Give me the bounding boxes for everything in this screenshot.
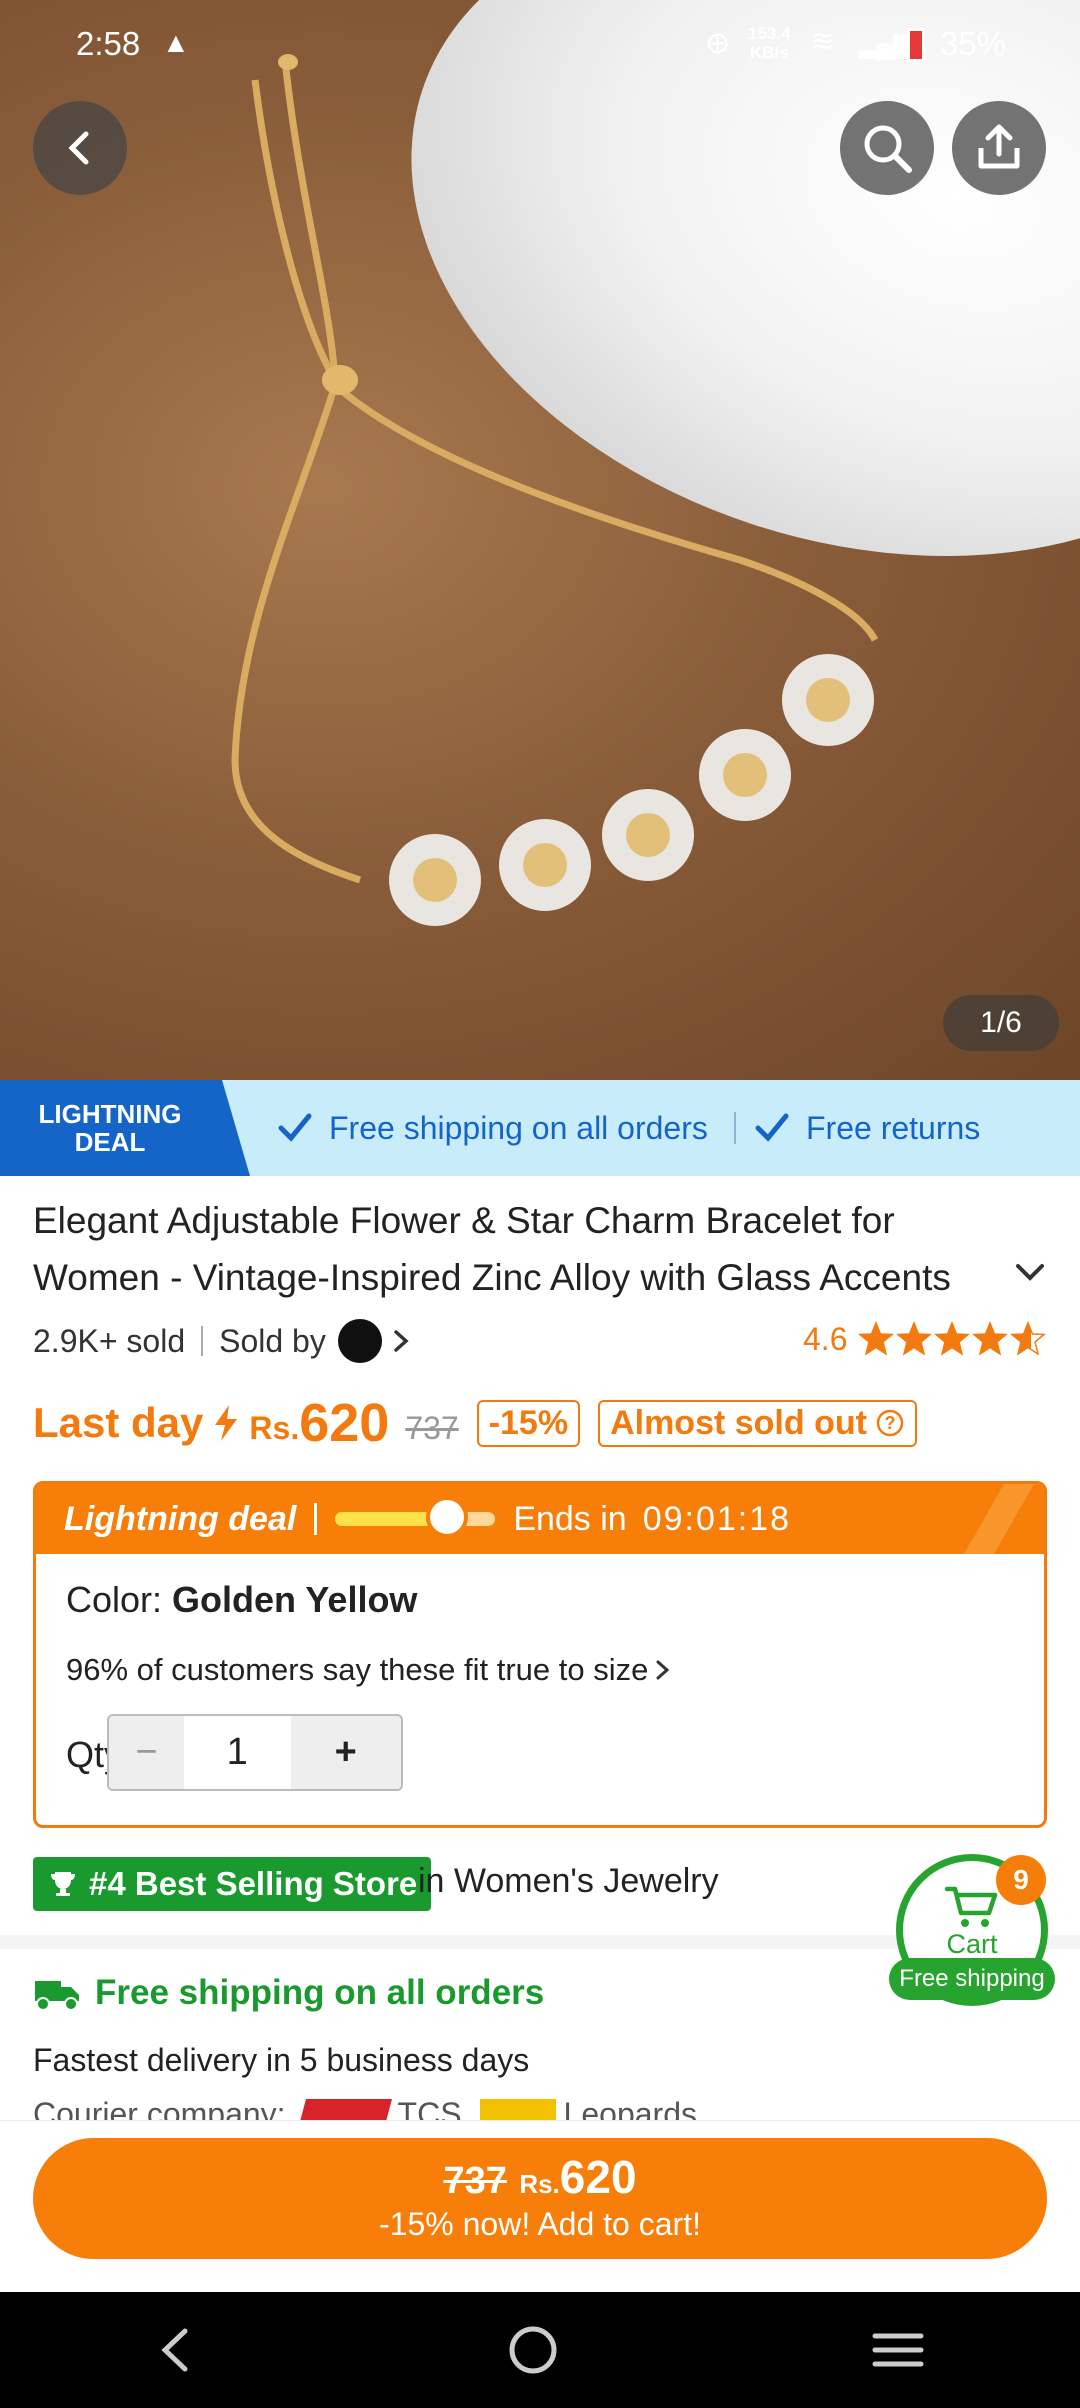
last-day-label: Last day xyxy=(33,1399,204,1446)
speed-value: 153.4 xyxy=(748,24,791,43)
price-row: Last day Rs. 620 737 -15% Almost sold ou… xyxy=(33,1388,917,1458)
nav-back-icon[interactable] xyxy=(155,2325,195,2375)
share-button[interactable] xyxy=(952,101,1046,195)
star-icon xyxy=(896,1321,933,1356)
share-icon xyxy=(978,124,1020,169)
quantity-stepper: − 1 + xyxy=(107,1714,403,1791)
store-category: in Women's Jewelry xyxy=(418,1862,719,1900)
add-to-cart-button[interactable]: 737 Rs.620 -15% now! Add to cart! xyxy=(33,2138,1047,2259)
truck-icon xyxy=(35,1981,79,2011)
chevron-left-icon xyxy=(68,131,89,165)
cart-label: Cart xyxy=(946,1929,998,1959)
delivery-text: Fastest delivery in 5 business days xyxy=(33,2042,530,2078)
band-item2-label: Free returns xyxy=(806,1109,981,1146)
cart-count-badge: 9 xyxy=(996,1855,1046,1905)
star-icon xyxy=(1010,1321,1047,1356)
speed-unit: KB/s xyxy=(749,43,789,62)
qty-plus-button[interactable]: + xyxy=(290,1716,401,1789)
battery-icon xyxy=(907,28,925,62)
star-icon xyxy=(934,1321,971,1356)
nav-home-icon[interactable] xyxy=(506,2323,560,2377)
lightning-deal-band: LIGHTNING DEAL Free shipping on all orde… xyxy=(0,1080,1080,1176)
deal-divider xyxy=(314,1503,318,1535)
search-button[interactable] xyxy=(840,101,934,195)
fit-text: 96% of customers say these fit true to s… xyxy=(66,1652,649,1687)
star-icon xyxy=(972,1321,1009,1356)
search-icon xyxy=(864,125,912,173)
band-item-returns: Free returns xyxy=(752,1080,980,1176)
price-amount: 620 xyxy=(299,1393,390,1453)
wifi-icon: ≋ xyxy=(810,25,836,58)
status-bar: 2:58 ▲ ⊕ 153.4 KB/s ≋ ▂▄▆ 35% xyxy=(0,0,1080,90)
product-image[interactable]: 2:58 ▲ ⊕ 153.4 KB/s ≋ ▂▄▆ 35% 1/6 xyxy=(0,0,1080,1080)
signal-icon: ▂▄▆ xyxy=(858,27,915,58)
cart-icon xyxy=(944,1886,998,1927)
color-label: Color: xyxy=(66,1579,163,1620)
help-icon: ? xyxy=(876,1409,904,1437)
trophy-icon xyxy=(51,1872,75,1896)
sold-by-label: Sold by xyxy=(219,1322,326,1359)
band-item1-label: Free shipping on all orders xyxy=(329,1109,708,1146)
qty-value[interactable]: 1 xyxy=(183,1716,291,1789)
sold-count: 2.9K+ sold xyxy=(33,1322,186,1359)
color-row: Color: Golden Yellow xyxy=(66,1579,417,1621)
deal-header: Lightning deal Ends in 09:01:18 xyxy=(36,1484,1044,1554)
lightning-icon xyxy=(215,1405,238,1441)
tag-line1: LIGHTNING xyxy=(38,1099,182,1129)
sold-row: 2.9K+ sold Sold by xyxy=(33,1316,414,1366)
check-icon xyxy=(755,1113,789,1142)
store-logo[interactable] xyxy=(337,1319,382,1363)
deal-label: Lightning deal xyxy=(64,1499,297,1538)
almost-sold-label: Almost sold out xyxy=(610,1403,867,1442)
sync-icon: ⊕ xyxy=(705,27,731,60)
check-icon xyxy=(278,1113,312,1142)
warning-icon: ▲ xyxy=(162,27,190,58)
cta-original: 737 xyxy=(443,2160,507,2202)
deal-timer: 09:01:18 xyxy=(642,1499,792,1538)
battery-percent: 35% xyxy=(940,25,1007,62)
price-original: 737 xyxy=(405,1409,459,1446)
shipping-row[interactable]: Free shipping on all orders xyxy=(33,1968,544,2018)
clock-icon xyxy=(426,1496,469,1538)
price-currency: Rs. xyxy=(249,1409,300,1446)
best-selling-badge[interactable]: #4 Best Selling Store xyxy=(33,1857,432,1911)
lightning-decoration-icon xyxy=(964,1484,1034,1554)
chevron-right-icon[interactable] xyxy=(388,1326,414,1356)
product-title: Elegant Adjustable Flower & Star Charm B… xyxy=(33,1200,951,1298)
status-time: 2:58 xyxy=(76,25,141,62)
band-item-shipping: Free shipping on all orders xyxy=(275,1080,708,1176)
color-value: Golden Yellow xyxy=(172,1579,418,1620)
tag-line2: DEAL xyxy=(74,1127,146,1157)
qty-minus-button[interactable]: − xyxy=(109,1716,184,1789)
image-counter: 1/6 xyxy=(943,995,1059,1051)
rating-row[interactable]: 4.6 xyxy=(803,1314,1047,1364)
almost-sold-pill[interactable]: Almost sold out ? xyxy=(598,1399,917,1447)
shipping-title: Free shipping on all orders xyxy=(95,1973,545,2012)
cart-free-shipping: Free shipping xyxy=(889,1958,1055,2000)
lightning-deal-tag: LIGHTNING DEAL xyxy=(0,1080,250,1176)
network-speed: 153.4 KB/s xyxy=(748,24,791,62)
svg-text:?: ? xyxy=(884,1413,895,1433)
cta-amount: 620 xyxy=(559,2151,637,2203)
best-selling-label: #4 Best Selling Store xyxy=(89,1865,418,1902)
system-nav-bar xyxy=(0,2292,1080,2408)
cta-price-line: 737 Rs.620 xyxy=(33,2138,1047,2204)
cta-currency: Rs. xyxy=(519,2169,560,2199)
chevron-down-icon[interactable] xyxy=(1012,1258,1048,1288)
ends-in-label: Ends in xyxy=(513,1499,627,1538)
back-button[interactable] xyxy=(33,101,127,195)
band-divider xyxy=(734,1112,736,1144)
deal-progress xyxy=(335,1496,496,1538)
fit-link[interactable]: 96% of customers say these fit true to s… xyxy=(66,1652,674,1688)
cta-subtext: -15% now! Add to cart! xyxy=(379,2206,701,2242)
rating-value: 4.6 xyxy=(803,1320,848,1357)
sold-divider xyxy=(201,1326,204,1356)
chevron-right-icon xyxy=(656,1660,670,1680)
rating-stars xyxy=(857,1321,1047,1357)
nav-menu-icon[interactable] xyxy=(871,2328,925,2372)
discount-pill: -15% xyxy=(476,1399,581,1447)
star-icon xyxy=(858,1321,895,1356)
